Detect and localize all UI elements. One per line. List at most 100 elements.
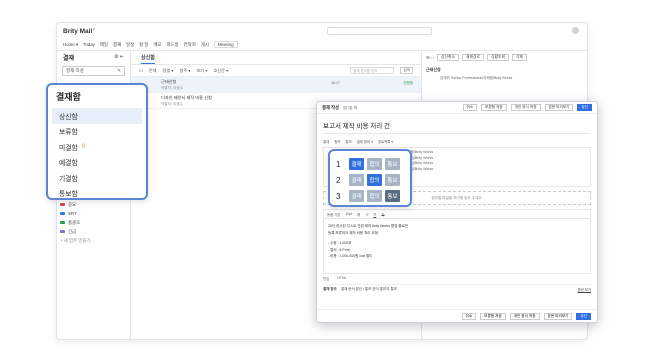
label-color [60,221,65,224]
preview-button[interactable]: 본문 미리보기 [543,312,573,320]
menu-todo[interactable]: 할 일 [139,42,148,48]
flow-tab-agree[interactable]: 합의 [334,139,340,144]
approval-path-button[interactable]: 결재경로 [462,53,485,61]
personal-template-button[interactable]: 개인 양식 저장 [509,312,540,320]
menu-mail[interactable]: 메일 [100,42,108,48]
tab-html[interactable]: HTML [337,276,346,281]
chip-approve[interactable]: 결재 [349,158,364,170]
chip-agree[interactable]: 합의 [367,174,382,186]
menu-calendar[interactable]: 일정 [126,42,134,48]
menu-memo[interactable]: 메모 [153,42,161,48]
flow-type-dropdown[interactable]: 결재 형태 ▾ [357,139,373,144]
compose-tab[interactable]: 결재 작성 [322,105,339,111]
folder-label: 상신함 [59,113,78,121]
list-item[interactable]: 근태신청 작결자: 이광수 16:17 진행중 [131,77,421,93]
label-name: 긴급 [68,228,77,234]
label-item[interactable]: SRT [60,209,90,218]
cancel-button[interactable]: 취소 [462,104,478,111]
sort-dropdown[interactable]: 정렬 ▾ [162,68,173,74]
sidebar-title: 결재 [63,55,75,62]
chip-notify[interactable]: 통보 [385,190,400,202]
folder-item-notified[interactable]: 통보함 [52,186,142,202]
list-tabs: 상신함 [131,51,421,65]
window-icons[interactable]: ▤ ▥ ⚙ [343,105,357,111]
label-item[interactable]: 긴급 [60,227,90,236]
underline-button[interactable]: 가 [373,212,376,217]
chip-agree[interactable]: 합의 [367,190,382,202]
filter-all[interactable]: 전체 [149,68,157,74]
font-dropdown[interactable]: 돋움 기본 [327,212,340,217]
compose-window: 결재 작성 ▤ ▥ ⚙ 취소 보류함 저장 개인 양식 저장 본문 미리보기 상… [316,101,598,323]
view-dropdown[interactable]: 보기 ▾ [196,68,207,74]
compose-approval-button[interactable]: 결재 작성 ✎ [62,66,125,76]
submit-button[interactable]: 상신 [576,312,591,320]
cancel-submit-button[interactable]: 상신취소 [437,53,460,61]
folder-item-hold[interactable]: 보류함 [52,124,142,140]
menu-home[interactable]: Home ▾ [63,42,78,48]
item-status: 진행중 [403,81,413,85]
flow-tab-notify[interactable]: 통보 [346,139,352,144]
ref-label: 결재 참조 [323,286,337,291]
folder-item-pending[interactable]: 미결함 0 [52,139,142,155]
category-dropdown[interactable]: 범주 ▾ [179,68,190,74]
editor-mode-tabs: 편집 HTML [323,274,591,281]
size-dropdown[interactable]: 10pt [345,212,352,216]
folder-item-submitted[interactable]: 상신함 [52,108,142,124]
menu-approval[interactable]: 결재 [113,42,121,48]
global-search-input[interactable] [327,27,432,35]
label-item[interactable]: 총괄조 [60,218,90,227]
menu-feed[interactable]: 피드방 [167,42,179,48]
strike-button[interactable]: 가 [381,212,384,217]
tab-edit[interactable]: 편집 [323,276,329,281]
hold-save-button[interactable]: 보류함 저장 [480,312,506,320]
menu-today[interactable]: Today [83,42,95,47]
top-bar: Brity Mailβ [57,23,587,39]
menu-contacts[interactable]: 연락처 [184,42,196,48]
line-entry[interactable]: 어제팀/Brity Works [404,167,510,173]
chip-agree[interactable]: 합의 [367,158,382,170]
italic-button[interactable]: 가 [365,212,368,217]
compose-footer: 취소 보류함 저장 개인 양식 저장 본문 미리보기 상신 [317,309,597,322]
folder-item-completed[interactable]: 기결함 [52,170,142,186]
flow-tab-approve[interactable]: 결재 [323,139,329,144]
list-search-input[interactable]: 결재 문서명 검색 [350,67,395,74]
app-logo[interactable]: Brity Mailβ [63,27,95,35]
submit-button[interactable]: 상신 [577,104,592,111]
delete-button[interactable]: 삭제 [512,53,527,61]
folder-label: 미결함 [59,144,78,152]
chip-approve[interactable]: 결재 [349,174,364,186]
list-search-button[interactable]: 검색 [400,67,413,74]
status-button[interactable]: 상황조회 [487,53,509,61]
detail-title: 근태신청 [426,67,441,72]
label-item[interactable]: 중요 [60,200,90,209]
editor-toolbar: 돋움 기본 10pt 가 가 가 가 [323,209,591,219]
divider [323,133,591,134]
user-avatar-icon[interactable] [572,27,579,34]
path-list-dropdown[interactable]: 경로목록 ▾ [378,139,393,144]
menu-meeting[interactable]: Meeting [213,41,238,48]
select-all-checkbox[interactable]: ☐ [139,68,143,73]
hold-save-button[interactable]: 보류함 저장 [481,104,507,111]
editor-body[interactable]: 20년 한시된 디스트 관련 제작 Brity Works 협업 플로안 등록 … [323,219,591,274]
chip-notify[interactable]: 통보 [385,174,400,186]
chip-notify[interactable]: 통보 [385,158,400,170]
options-link[interactable]: 옵션 보기 [578,287,591,292]
chip-approve[interactable]: 결재 [349,190,364,202]
settings-icon[interactable]: ⚙ ⇤ [114,54,124,60]
folder-popup-title: 결재함 [56,92,81,102]
new-label-link[interactable]: + 새 범주 만들기 [60,236,90,245]
body-line: - 비용 : 1,000,000원 /vat 별도 [328,254,373,258]
bold-button[interactable]: 가 [357,212,360,217]
detail-person: 김재리 Senior Professional/어제팀/Brity Works [440,76,513,80]
pencil-icon: ✎ [117,68,121,73]
cancel-button[interactable]: 취소 [461,312,477,320]
preview-button[interactable]: 본문 미리보기 [544,104,574,111]
menu-board[interactable]: 게시 [201,42,209,48]
document-title[interactable]: 보고서 제작 비용 처리 건 [317,114,597,133]
extra-dropdown[interactable]: 호신문 ▾ [213,68,228,74]
back-icon[interactable]: ☰ ‹ › [426,55,434,60]
sidebar-header: 결재 ⚙ ⇤ [57,51,130,63]
personal-template-button[interactable]: 개인 양식 저장 [510,104,541,111]
tab-submitted[interactable]: 상신함 [141,54,155,64]
folder-item-scheduled[interactable]: 예결함 [52,155,142,171]
